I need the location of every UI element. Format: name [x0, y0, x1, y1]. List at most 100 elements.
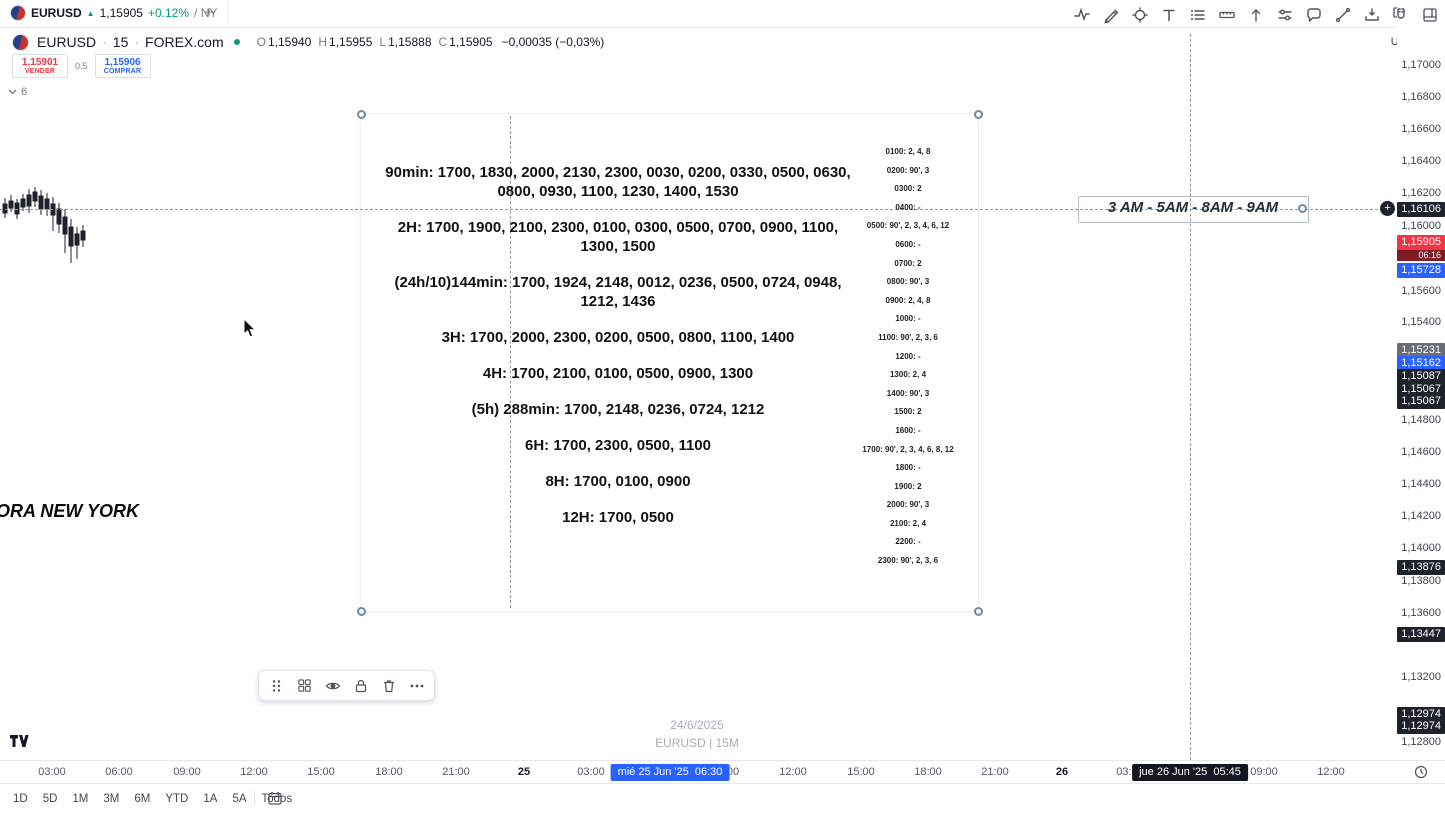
new-tab-button[interactable]: +: [199, 3, 219, 23]
date-badge: jue 26 Jun '25 05:45: [1132, 764, 1248, 781]
last-price-badge: 1,1590506:16: [1397, 235, 1445, 261]
high-label: H: [318, 35, 327, 49]
price-axis-label: 1,17000: [1401, 58, 1441, 72]
interval-label[interactable]: 15: [113, 34, 129, 50]
watermark-symbol: EURUSD | 15M: [560, 734, 834, 752]
price-axis[interactable]: 1,170001,168001,166001,164001,162001,160…: [1397, 0, 1445, 760]
time-axis-label: 21:00: [981, 766, 1009, 778]
annotation-vertical-line: [1190, 34, 1191, 760]
layout-settings-icon[interactable]: [1421, 6, 1439, 24]
draw-icon[interactable]: [1102, 6, 1120, 24]
annotation-resize-handle[interactable]: [1298, 204, 1307, 213]
schedule-row: 2200: -: [856, 533, 960, 552]
range-1d[interactable]: 1D: [6, 790, 35, 808]
chart-watermark: 24/6/2025 EURUSD | 15M: [560, 716, 834, 752]
time-axis[interactable]: 03:0006:0009:0012:0015:0018:0021:002503:…: [0, 760, 1445, 784]
price-axis-label: 1,15600: [1401, 284, 1441, 298]
time-axis-label: 21:00: [442, 766, 470, 778]
low-label: L: [379, 35, 386, 49]
price-axis-label: 1,15400: [1401, 315, 1441, 329]
schedule-row: 0300: 2: [856, 180, 960, 199]
range-6m[interactable]: 6M: [127, 790, 157, 808]
range-1a[interactable]: 1A: [196, 790, 224, 808]
export-icon[interactable]: [1363, 6, 1381, 24]
price-axis-label: 1,13800: [1401, 574, 1441, 588]
open-value: 1,15940: [268, 35, 311, 49]
tab-eurusd[interactable]: EURUSD ▲ 1,15905 +0.12% / NY: [0, 0, 228, 26]
schedule-row: 1700: 90', 2, 3, 4, 6, 8, 12: [856, 441, 960, 460]
activity-icon[interactable]: [1073, 6, 1091, 24]
range-3m[interactable]: 3M: [96, 790, 126, 808]
price-axis-label: 1,13200: [1401, 670, 1441, 684]
arrow-up-icon[interactable]: [1247, 6, 1265, 24]
price-axis-label: 1,16800: [1401, 90, 1441, 104]
price-axis-label: 1,14800: [1401, 413, 1441, 427]
price-axis-label: 1,16600: [1401, 122, 1441, 136]
symbol-title[interactable]: EURUSD: [37, 34, 96, 50]
note-line: (5h) 288min: 1700, 2148, 0236, 0724, 121…: [378, 400, 858, 419]
calendar-icon[interactable]: [267, 790, 283, 806]
grid-view-icon[interactable]: [292, 674, 317, 697]
anchor-handle-top-left[interactable]: [357, 110, 366, 119]
watermark-date: 24/6/2025: [560, 716, 834, 734]
price-axis-label: 1,14200: [1401, 509, 1441, 523]
schedule-row: 0200: 90', 3: [856, 162, 960, 181]
schedule-row: 1300: 2, 4: [856, 366, 960, 385]
time-annotation-text: 3 AM - 5AM - 8AM - 9AM: [1081, 199, 1305, 216]
anchor-handle-bottom-right[interactable]: [974, 607, 983, 616]
text-tool-icon[interactable]: [1160, 6, 1178, 24]
range-1m[interactable]: 1M: [65, 790, 95, 808]
visibility-icon[interactable]: [320, 674, 345, 697]
price-level-badge: 1,12974: [1397, 719, 1445, 734]
time-axis-label: 03:00: [577, 766, 605, 778]
anchor-handle-bottom-left[interactable]: [357, 607, 366, 616]
session-watermark: ORA NEW YORK: [0, 501, 139, 522]
comment-icon[interactable]: [1305, 6, 1323, 24]
price-axis-label: 1,14000: [1401, 541, 1441, 555]
note-line: 90min: 1700, 1830, 2000, 2130, 2300, 003…: [378, 163, 858, 201]
schedule-text-block: 0100: 2, 4, 80200: 90', 30300: 20400: -0…: [856, 143, 960, 571]
tab-change: +0.12%: [148, 6, 189, 20]
drag-handle-icon[interactable]: [264, 674, 289, 697]
change-value: −0,00035 (−0,03%): [502, 35, 605, 49]
tradingview-logo-icon[interactable]: [10, 734, 30, 748]
price-badge-text: 1,15728: [1397, 263, 1445, 278]
separator: ·: [102, 34, 107, 50]
more-options-icon[interactable]: [404, 674, 429, 697]
bottom-toolbar: 1D5D1M3M6MYTD1A5ATodos: [0, 783, 1445, 813]
schedule-row: 1400: 90', 3: [856, 385, 960, 404]
magnet-icon[interactable]: [1392, 6, 1410, 24]
time-axis-label: 12:00: [240, 766, 268, 778]
tab-price: 1,15905: [100, 6, 143, 20]
range-ytd[interactable]: YTD: [158, 790, 195, 808]
lock-icon[interactable]: [348, 674, 373, 697]
schedule-row: 2100: 2, 4: [856, 515, 960, 534]
low-value: 1,15888: [388, 35, 431, 49]
time-axis-label: 15:00: [307, 766, 335, 778]
object-list-icon[interactable]: [1189, 6, 1207, 24]
exchange-label[interactable]: FOREX.com: [145, 34, 224, 50]
price-axis-label: 1,16000: [1401, 219, 1441, 233]
schedule-row: 1200: -: [856, 348, 960, 367]
measure-icon[interactable]: [1218, 6, 1236, 24]
price-axis-label: 1,12800: [1401, 735, 1441, 749]
range-5d[interactable]: 5D: [36, 790, 65, 808]
schedule-row: 2000: 90', 3: [856, 496, 960, 515]
delete-icon[interactable]: [376, 674, 401, 697]
sliders-icon[interactable]: [1276, 6, 1294, 24]
clock-icon[interactable]: [1414, 765, 1428, 779]
trendline-icon[interactable]: [1334, 6, 1352, 24]
price-badge-text: 1,15067: [1397, 394, 1445, 409]
schedule-row: 0700: 2: [856, 255, 960, 274]
note-text-block: 90min: 1700, 1830, 2000, 2130, 2300, 003…: [378, 163, 858, 544]
price-axis-label: 1,16200: [1401, 186, 1441, 200]
crosshair-target-icon: [1380, 201, 1395, 216]
schedule-row: 0100: 2, 4, 8: [856, 143, 960, 162]
date-badge: mié 25 Jun '25 06:30: [611, 764, 730, 781]
schedule-row: 1900: 2: [856, 478, 960, 497]
crosshair-icon[interactable]: [1131, 6, 1149, 24]
tab-symbol: EURUSD: [31, 6, 82, 20]
note-line: 8H: 1700, 0100, 0900: [378, 472, 858, 491]
anchor-handle-top-right[interactable]: [974, 110, 983, 119]
price-level-badge: 1,15728: [1397, 263, 1445, 278]
